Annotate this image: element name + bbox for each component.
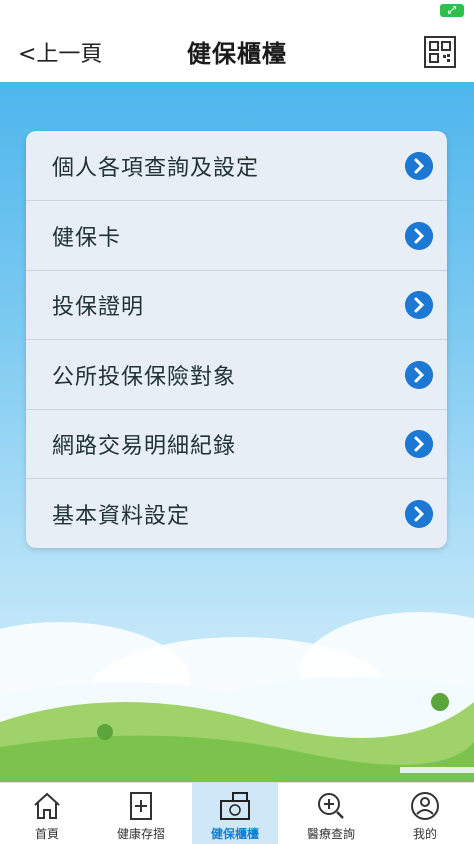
menu-item-label: 公所投保保險對象 <box>52 365 237 390</box>
chevron-right-icon <box>405 152 433 180</box>
expand-icon: ⤢ <box>440 4 464 17</box>
tab-my[interactable]: 我的 <box>378 783 472 844</box>
status-bar: ⤢ <box>0 0 474 22</box>
menu-item-label: 個人各項查詢及設定 <box>52 156 260 181</box>
counter-icon <box>220 792 250 820</box>
tab-label: 我的 <box>412 827 437 841</box>
menu-item-label: 投保證明 <box>52 295 145 320</box>
menu-item-office-insured[interactable]: 公所投保保險對象 <box>26 340 447 410</box>
health-book-icon <box>130 792 152 820</box>
bottom-tab-bar: 首頁 健康存摺 健保櫃檯 醫療查詢 我的 <box>0 782 474 844</box>
chevron-right-icon <box>405 361 433 389</box>
chevron-right-icon <box>405 430 433 458</box>
menu-item-basic-settings[interactable]: 基本資料設定 <box>26 479 447 548</box>
tab-home[interactable]: 首頁 <box>0 783 94 844</box>
menu-item-health-card[interactable]: 健保卡 <box>26 201 447 271</box>
home-icon <box>34 792 60 819</box>
medical-search-icon <box>318 793 344 819</box>
chevron-right-icon <box>405 222 433 250</box>
menu-card: 個人各項查詢及設定 健保卡 投保證明 公所投保保險對象 網路交易明細紀錄 基本資… <box>26 131 447 548</box>
menu-item-label: 網路交易明細紀錄 <box>52 434 237 459</box>
qr-code-icon[interactable] <box>424 36 456 68</box>
header: <上一頁 健保櫃檯 <box>0 22 474 82</box>
tab-label: 健康存摺 <box>116 827 165 841</box>
tab-health-book[interactable]: 健康存摺 <box>94 783 188 844</box>
sky-background: 個人各項查詢及設定 健保卡 投保證明 公所投保保險對象 網路交易明細紀錄 基本資… <box>0 82 474 782</box>
tab-medical-search[interactable]: 醫療查詢 <box>284 783 378 844</box>
page-title: 健保櫃檯 <box>187 40 287 68</box>
menu-item-transaction-records[interactable]: 網路交易明細紀錄 <box>26 409 447 479</box>
chevron-right-icon <box>405 500 433 528</box>
tab-label: 首頁 <box>34 827 59 841</box>
menu-item-label: 基本資料設定 <box>52 504 191 529</box>
tab-label: 健保櫃檯 <box>210 827 259 841</box>
chevron-right-icon <box>405 291 433 319</box>
tab-counter[interactable]: 健保櫃檯 <box>188 783 282 844</box>
menu-item-label: 健保卡 <box>52 226 122 251</box>
menu-item-personal-query[interactable]: 個人各項查詢及設定 <box>26 131 447 201</box>
menu-item-insurance-proof[interactable]: 投保證明 <box>26 270 447 340</box>
user-settings-icon <box>411 792 439 820</box>
tab-label: 醫療查詢 <box>306 827 355 841</box>
